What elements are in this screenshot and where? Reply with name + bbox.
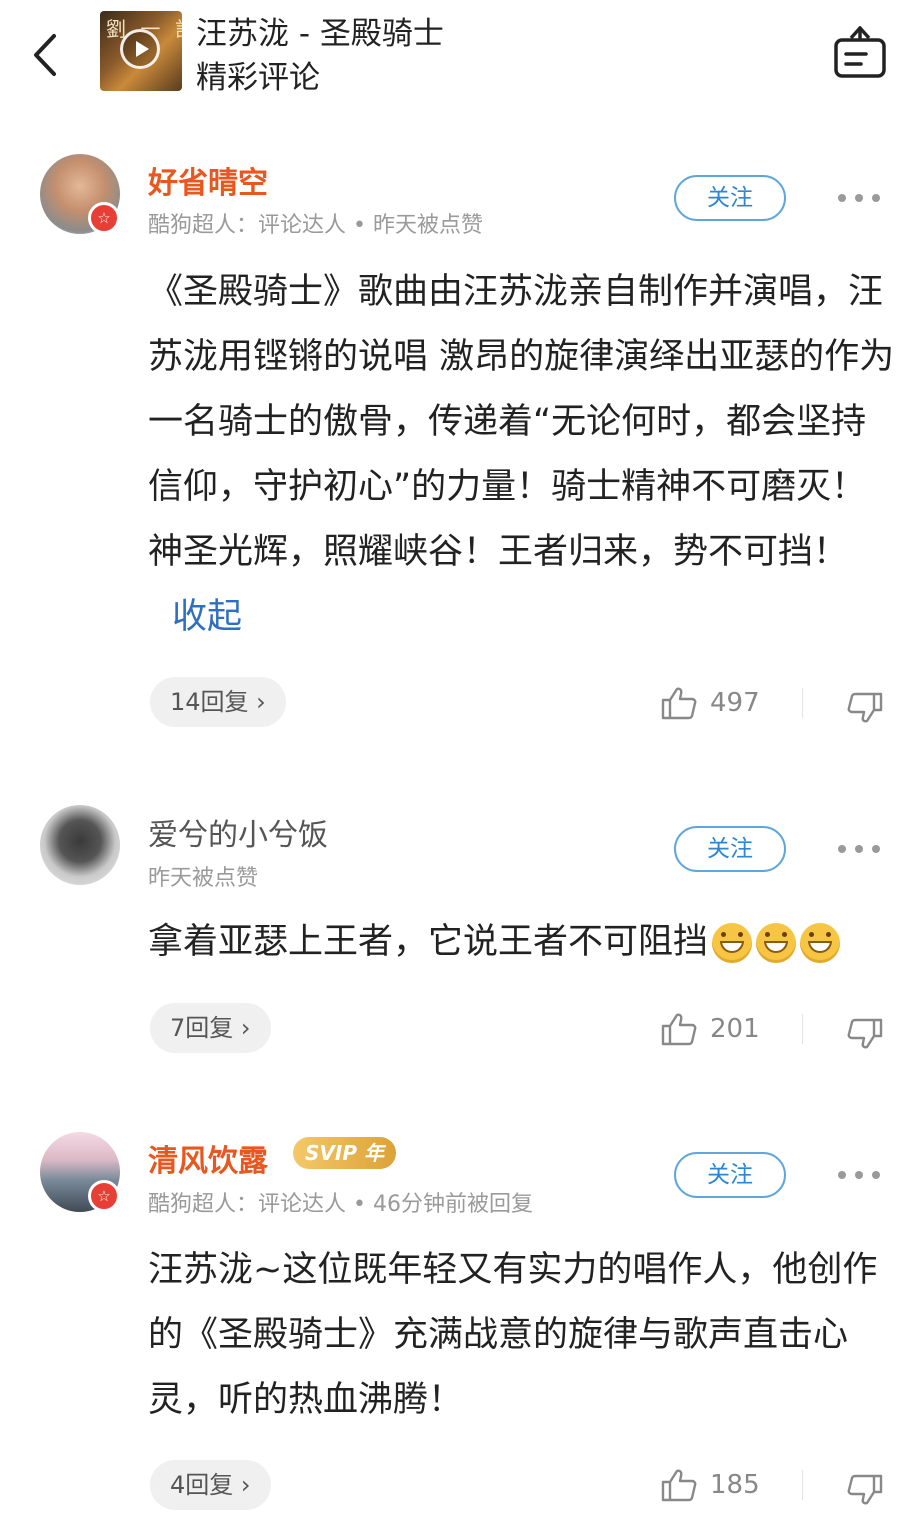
username[interactable]: 好省晴空 [148,158,268,202]
like-count: 497 [710,688,760,718]
comment-text: 汪苏泷~这位既年轻又有实力的唱作人，他创作的《圣殿骑士》充满战意的旋律与歌声直击… [148,1238,900,1433]
replies-button[interactable]: 7回复 › [150,1003,271,1053]
basket-icon[interactable] [833,24,887,82]
thumbs-up-icon[interactable] [661,1468,697,1502]
back-arrow-icon[interactable] [26,30,66,80]
grin-emoji-icon [800,923,841,963]
thumbs-down-icon[interactable] [845,1016,883,1050]
follow-button[interactable]: 关注 [674,1152,786,1198]
more-dots-icon[interactable] [838,845,884,855]
grin-emoji-icon [712,923,753,963]
user-meta: 昨天被点赞 [148,866,259,891]
thumbs-up-icon[interactable] [661,1012,697,1046]
like-count: 185 [710,1470,760,1500]
svip-badge: SVIP 年 [293,1137,396,1169]
divider [802,1470,803,1500]
thumbs-down-icon[interactable] [845,690,883,724]
follow-button[interactable]: 关注 [674,826,786,872]
username[interactable]: 清风饮露 [148,1136,268,1180]
song-title: 汪苏泷 - 圣殿骑士 [196,16,444,52]
divider [802,1014,803,1044]
comment-text: 《圣殿骑士》歌曲由汪苏泷亲自制作并演唱，汪苏泷用铿锵的说唱 激昂的旋律演绎出亚瑟… [148,260,900,650]
play-icon[interactable] [120,29,160,69]
more-dots-icon[interactable] [838,1171,884,1181]
more-dots-icon[interactable] [838,194,884,204]
top-bar: 劉 一 計 汪苏泷 - 圣殿骑士 精彩评论 [0,0,920,115]
divider [802,688,803,718]
user-meta: 酷狗超人：评论达人 • 46分钟前被回复 [148,1192,533,1217]
user-meta: 酷狗超人：评论达人 • 昨天被点赞 [148,213,483,238]
grin-emoji-icon [756,923,797,963]
star-badge-icon: ☆ [88,202,120,234]
thumbs-up-icon[interactable] [661,686,697,720]
comment-body: 汪苏泷~这位既年轻又有实力的唱作人，他创作的《圣殿骑士》充满战意的旋律与歌声直击… [148,1250,878,1420]
avatar[interactable] [40,805,120,885]
page-subtitle: 精彩评论 [196,60,320,96]
username[interactable]: 爱兮的小兮饭 [148,810,328,854]
replies-button[interactable]: 14回复 › [150,677,286,727]
album-cover[interactable]: 劉 一 計 [100,11,182,91]
thumbs-down-icon[interactable] [845,1472,883,1506]
comment-body: 拿着亚瑟上王者，它说王者不可阻挡 [148,922,709,962]
comment-text: 拿着亚瑟上王者，它说王者不可阻挡 [148,910,908,975]
replies-button[interactable]: 4回复 › [150,1460,271,1510]
comment-body: 《圣殿骑士》歌曲由汪苏泷亲自制作并演唱，汪苏泷用铿锵的说唱 激昂的旋律演绎出亚瑟… [148,272,895,572]
follow-button[interactable]: 关注 [674,175,786,221]
collapse-link[interactable]: 收起 [172,597,242,637]
star-badge-icon: ☆ [88,1180,120,1212]
like-count: 201 [710,1014,760,1044]
